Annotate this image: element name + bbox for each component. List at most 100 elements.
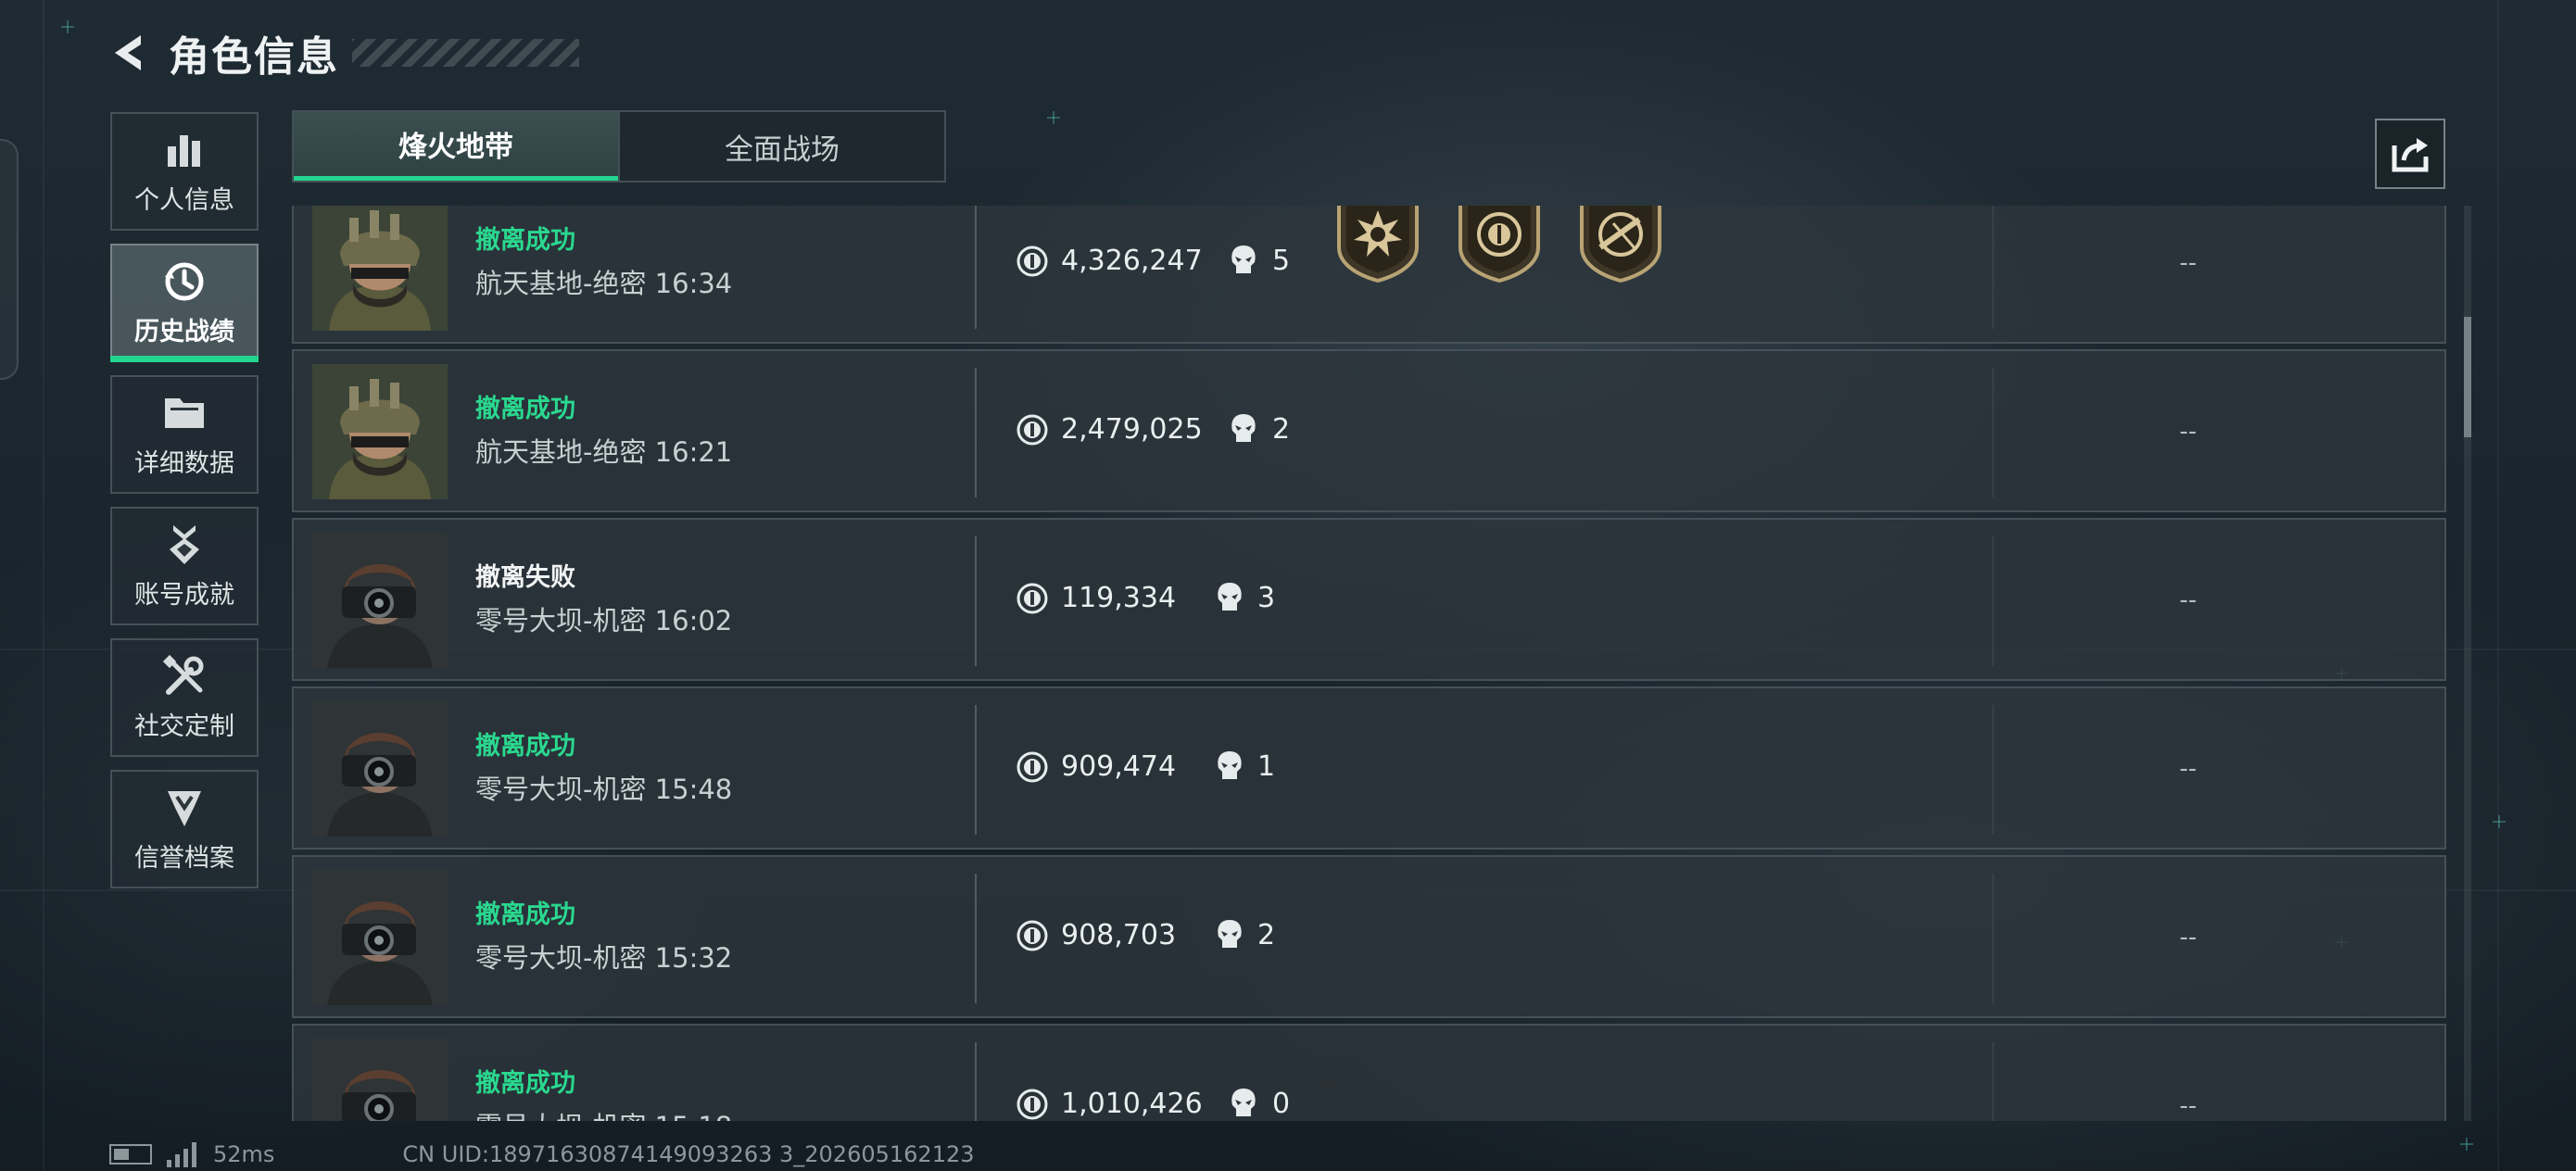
uid-text: CN UID:18971630874149093263 3_2026051621…	[402, 1141, 975, 1167]
tab-firezone[interactable]: 烽火地带	[294, 112, 618, 181]
title-decoration	[352, 39, 579, 67]
loot-value: 1,010,426	[1061, 1088, 1203, 1120]
sidebar-item-label: 历史战绩	[134, 317, 234, 346]
skull-icon	[1229, 1087, 1258, 1120]
sidebar-item-details[interactable]: 详细数据	[110, 375, 259, 494]
skull-icon	[1215, 749, 1244, 783]
operator-avatar	[312, 1039, 448, 1121]
row-divider	[975, 705, 977, 835]
map-and-time: 航天基地-绝密 16:21	[475, 436, 733, 468]
battery-icon	[109, 1144, 152, 1165]
loot-value: 909,474	[1061, 750, 1177, 783]
sidebar-item-label: 账号成就	[134, 580, 234, 610]
coin-icon	[1017, 1089, 1048, 1120]
kill-count: 3	[1257, 582, 1276, 614]
loot-value: 2,479,025	[1061, 413, 1203, 446]
skull-icon	[1229, 244, 1258, 277]
coin-icon	[1017, 751, 1048, 783]
coin-icon	[1017, 414, 1048, 446]
map-and-time: 零号大坝-机密 15:18	[475, 1105, 732, 1121]
match-record-row[interactable]: 撤离失败 零号大坝-机密 16:02 119,334 3 --	[292, 518, 2446, 681]
loot-value: 119,334	[1061, 582, 1177, 614]
extra-value: --	[2179, 755, 2197, 783]
match-record-row[interactable]: 撤离成功 航天基地-绝密 16:34 4,326,247 5 --	[292, 206, 2446, 344]
match-history-list[interactable]: 撤离成功 航天基地-绝密 16:34 4,326,247 5 -- 撤离成功 航天基地-绝密…	[292, 206, 2446, 1121]
map-and-time: 零号大坝-机密 15:48	[475, 774, 733, 805]
status-footer: 52ms CN UID:18971630874149093263 3_20260…	[109, 1138, 975, 1171]
row-divider	[1992, 536, 1994, 666]
extraction-result: 撤离成功	[475, 732, 575, 761]
folder-icon	[162, 391, 207, 435]
row-divider	[975, 368, 977, 497]
extra-value: --	[2179, 924, 2197, 951]
operator-avatar	[312, 206, 448, 331]
extraction-result: 撤离成功	[475, 1069, 575, 1098]
edge-pull-tab[interactable]	[0, 139, 19, 380]
mode-tabs: 烽火地带 全面战场	[292, 110, 946, 183]
operator-avatar	[312, 533, 448, 668]
list-scrollbar[interactable]	[2464, 206, 2471, 1121]
sidebar-item-label: 个人信息	[134, 185, 234, 215]
row-divider	[1992, 206, 1994, 329]
tools-icon	[162, 654, 207, 699]
row-divider	[1992, 368, 1994, 497]
kill-count: 1	[1257, 750, 1276, 783]
signal-icon	[167, 1141, 200, 1167]
match-record-row[interactable]: 撤离成功零号大坝-机密 15:48 909,474 1 --	[292, 686, 2446, 850]
operator-avatar	[312, 701, 448, 837]
sidebar-item-reputation[interactable]: 信誉档案	[110, 770, 259, 888]
sidebar-item-history[interactable]: 历史战绩	[110, 244, 259, 362]
operator-avatar	[312, 870, 448, 1005]
page-header: 角色信息	[102, 20, 339, 85]
extra-value: --	[2179, 418, 2197, 446]
sidebar-item-label: 详细数据	[134, 448, 234, 478]
row-divider	[975, 874, 977, 1003]
operator-avatar	[312, 364, 448, 499]
tab-fullbattle[interactable]: 全面战场	[618, 112, 944, 181]
kill-count: 2	[1257, 919, 1276, 951]
ping-readout: 52ms	[213, 1141, 275, 1167]
coin-icon	[1017, 246, 1048, 277]
kill-count: 2	[1272, 413, 1291, 446]
history-clock-icon	[162, 259, 207, 304]
back-arrow-icon	[115, 35, 141, 70]
coin-icon	[1017, 583, 1048, 614]
row-divider	[975, 1042, 977, 1121]
row-divider	[1992, 705, 1994, 835]
sidebar-item-label: 社交定制	[134, 711, 234, 741]
loot-value: 908,703	[1061, 919, 1177, 951]
coin-icon	[1017, 920, 1048, 951]
sidebar-nav: 个人信息 历史战绩 详细数据 账号成就 社交定制 信誉档案	[110, 112, 260, 901]
skull-icon	[1229, 412, 1258, 446]
coin-wreath-badge-icon[interactable]	[1455, 206, 1544, 283]
sidebar-item-profile[interactable]: 个人信息	[110, 112, 259, 231]
kill-count: 5	[1272, 245, 1291, 277]
sidebar-item-social[interactable]: 社交定制	[110, 638, 259, 757]
loot-value: 4,326,247	[1061, 245, 1203, 277]
extraction-result: 撤离成功	[475, 395, 575, 423]
extraction-result: 撤离失败	[475, 563, 575, 592]
extra-value: --	[2179, 249, 2197, 277]
row-divider	[975, 536, 977, 666]
rifle-crosshair-badge-icon[interactable]	[1576, 206, 1665, 283]
skull-icon	[1215, 581, 1244, 614]
sidebar-item-label: 信誉档案	[134, 843, 234, 873]
share-button[interactable]	[2375, 119, 2445, 189]
page-title: 角色信息	[169, 33, 339, 81]
map-and-time: 零号大坝-机密 15:32	[475, 942, 733, 974]
row-divider	[1992, 1042, 1994, 1121]
bar-chart-icon	[162, 128, 207, 172]
share-icon	[2392, 138, 2429, 172]
kill-count: 0	[1272, 1088, 1291, 1120]
map-and-time: 航天基地-绝密 16:34	[475, 268, 733, 299]
row-divider	[1992, 874, 1994, 1003]
sidebar-item-achievements[interactable]: 账号成就	[110, 507, 259, 625]
scrollbar-thumb[interactable]	[2464, 317, 2471, 437]
match-record-row[interactable]: 撤离成功 零号大坝-机密 15:32 908,703 2 --	[292, 855, 2446, 1018]
shield-chevron-icon	[162, 786, 207, 830]
match-record-row[interactable]: 撤离成功零号大坝-机密 15:18 1,010,426 0 --	[292, 1024, 2446, 1121]
match-record-row[interactable]: 撤离成功航天基地-绝密 16:21 2,479,025 2 --	[292, 349, 2446, 512]
skull-icon	[1215, 918, 1244, 951]
back-button[interactable]	[102, 26, 156, 80]
sun-star-badge-icon[interactable]	[1333, 206, 1422, 283]
